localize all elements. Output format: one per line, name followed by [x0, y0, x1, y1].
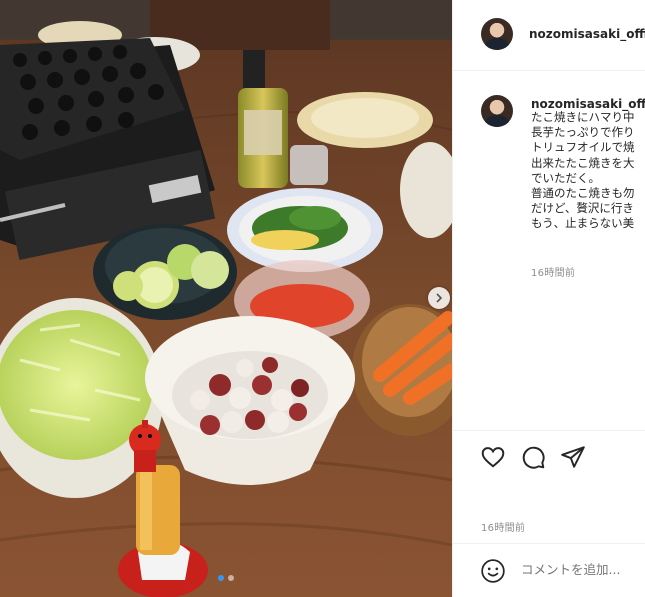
- chevron-right-icon: [436, 293, 443, 303]
- caption-line: 出来たたこ焼きを大: [531, 155, 635, 170]
- paper-plane-icon: [561, 446, 585, 468]
- post-actions: [453, 437, 645, 477]
- carousel-dot-active: [218, 575, 224, 581]
- caption-line: でいただく。: [531, 170, 600, 185]
- post-photo[interactable]: [0, 0, 452, 597]
- caption-line: 長芋たっぷりで作り: [531, 125, 635, 140]
- caption-line: 普通のたこ焼きも勿: [531, 186, 635, 201]
- caption-username[interactable]: nozomisasaki_offic: [531, 97, 645, 111]
- emoji-button[interactable]: [480, 558, 506, 584]
- carousel-indicator: [218, 575, 234, 581]
- post-side-panel: nozomisasaki_offic nozomisasaki_offic たこ…: [452, 0, 645, 597]
- share-button[interactable]: [560, 444, 586, 470]
- like-button[interactable]: [480, 444, 506, 470]
- caption-avatar[interactable]: [481, 95, 513, 127]
- avatar[interactable]: [481, 18, 513, 50]
- caption-line: もう、止まらない美: [531, 216, 635, 231]
- actions-divider: [453, 430, 645, 431]
- post-timestamp: 16時間前: [481, 523, 526, 534]
- caption-line: だけど、贅沢に行き: [531, 201, 634, 216]
- comment-input[interactable]: [519, 561, 645, 578]
- food-photo-illustration: [0, 0, 452, 597]
- post-header: nozomisasaki_offic: [453, 0, 645, 71]
- heart-icon: [481, 447, 505, 468]
- comment-bar: [453, 545, 645, 597]
- comment-divider: [453, 543, 645, 544]
- post-caption: たこ焼きにハマり中 長芋たっぷりで作り トリュフオイルで焼 出来たたこ焼きを大 …: [531, 110, 645, 232]
- comment-button[interactable]: [520, 444, 546, 470]
- header-username[interactable]: nozomisasaki_offic: [529, 27, 645, 41]
- caption-line: たこ焼きにハマり中: [531, 110, 635, 124]
- caption-line: トリュフオイルで焼: [531, 140, 635, 155]
- carousel-dot: [228, 575, 234, 581]
- comment-bubble-icon: [522, 446, 545, 469]
- carousel-next-button[interactable]: [428, 287, 450, 309]
- caption-timestamp: 16時間前: [531, 268, 576, 279]
- smiley-icon: [481, 559, 505, 583]
